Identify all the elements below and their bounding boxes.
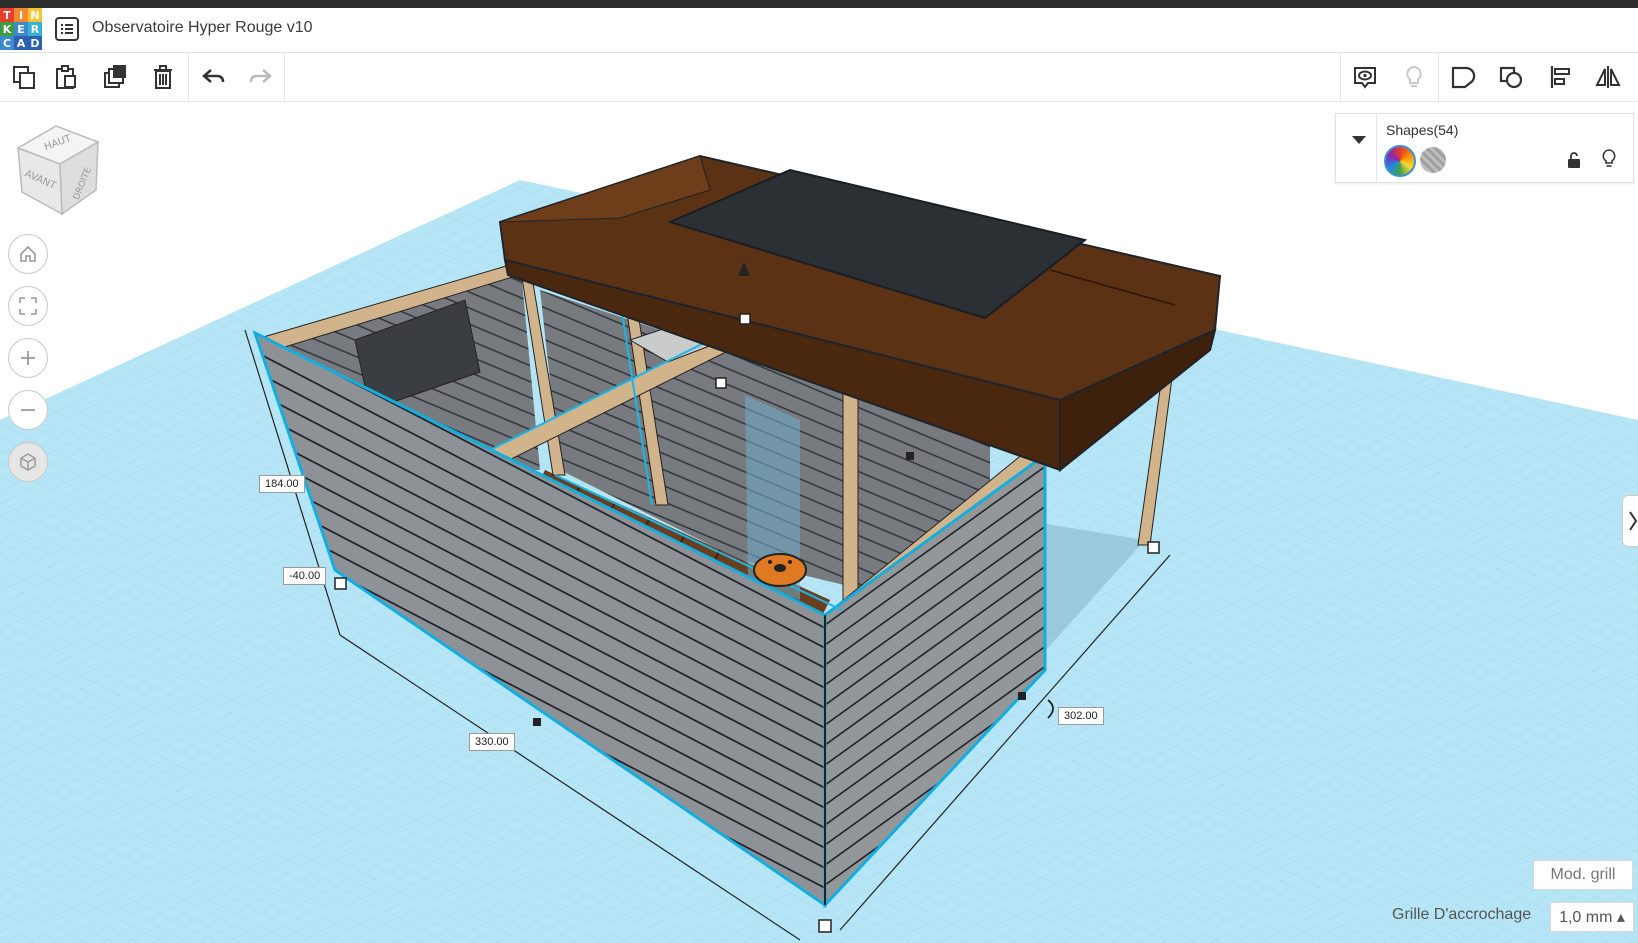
collapse-chevron-icon[interactable] (1350, 132, 1368, 146)
shapes-count-label: Shapes(54) (1386, 122, 1459, 138)
mirror-icon[interactable] (1584, 53, 1632, 101)
logo-tile: I (14, 8, 28, 22)
elevation-dimension[interactable]: -40.00 (283, 567, 327, 585)
top-handle (739, 313, 751, 325)
solid-color-swatch[interactable] (1384, 145, 1416, 177)
copy-icon[interactable] (0, 53, 48, 101)
visibility-bulb-icon[interactable] (1600, 149, 1618, 169)
delete-icon[interactable] (139, 53, 187, 101)
workplane[interactable]: 184.00 -40.00 330.00 302.00 (0, 102, 1638, 943)
group-icon[interactable] (1439, 53, 1487, 101)
perspective-icon[interactable] (8, 442, 48, 482)
edit-grid-button[interactable]: Mod. grill (1533, 860, 1633, 890)
notes-icon[interactable] (1341, 53, 1389, 101)
light-bulb-icon[interactable] (1390, 53, 1438, 101)
logo-tile: R (28, 22, 42, 36)
width-dimension[interactable]: 302.00 (1058, 707, 1104, 725)
zoom-out-icon[interactable] (8, 390, 48, 430)
logo-tile: C (0, 36, 14, 50)
logo-tile: E (14, 22, 28, 36)
main-toolbar (0, 53, 1638, 102)
panel-toggle-tab[interactable] (1622, 495, 1638, 547)
hole-swatch[interactable] (1420, 147, 1446, 173)
duplicate-icon[interactable] (91, 53, 139, 101)
logo-tile: K (0, 22, 14, 36)
view-cube[interactable]: HAUT AVANT DROITE (14, 118, 104, 218)
tinkercad-logo[interactable]: TINKERCAD (0, 8, 42, 50)
window-top-strip (0, 0, 1638, 8)
logo-tile: A (14, 36, 28, 50)
redo-icon[interactable] (236, 53, 284, 101)
height-dimension[interactable]: 184.00 (259, 475, 305, 493)
snap-grid-label: Grille D'accrochage (1392, 906, 1532, 923)
lock-icon[interactable] (1565, 151, 1583, 169)
align-icon[interactable] (1537, 53, 1585, 101)
paste-icon[interactable] (42, 53, 90, 101)
shapes-panel: Shapes(54) (1335, 113, 1634, 183)
title-bar: TINKERCAD Observatoire Hyper Rouge v10 (0, 8, 1638, 53)
design-menu-icon[interactable] (54, 16, 80, 42)
ungroup-icon[interactable] (1487, 53, 1535, 101)
snap-grid-select[interactable]: 1,0 mm ▴ (1550, 902, 1634, 932)
home-view-icon[interactable] (8, 234, 48, 274)
undo-icon[interactable] (190, 53, 238, 101)
length-dimension[interactable]: 330.00 (469, 733, 515, 751)
logo-tile: N (28, 8, 42, 22)
chevron-right-icon (1629, 511, 1638, 531)
fit-view-icon[interactable] (8, 286, 48, 326)
zoom-in-icon[interactable] (8, 338, 48, 378)
design-title[interactable]: Observatoire Hyper Rouge v10 (92, 19, 313, 37)
3d-viewport[interactable] (0, 102, 1638, 943)
logo-tile: D (28, 36, 42, 50)
logo-tile: T (0, 8, 14, 22)
